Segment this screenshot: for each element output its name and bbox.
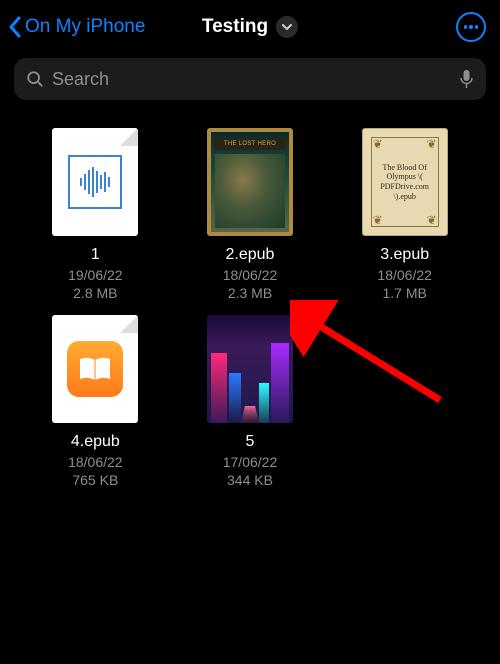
file-thumbnail-image <box>207 315 293 423</box>
file-size: 1.7 MB <box>382 285 426 301</box>
file-item[interactable]: ❦❦ ❦❦ The Blood Of Olympus \( PDFDrive.c… <box>331 128 478 301</box>
ellipsis-dot-icon <box>464 25 468 29</box>
file-name: 1 <box>91 246 100 264</box>
folder-title-group[interactable]: Testing <box>202 16 298 38</box>
file-item[interactable]: THE LOST HERO 2.epub 18/06/22 2.3 MB <box>177 128 324 301</box>
file-date: 17/06/22 <box>223 454 278 470</box>
more-options-button[interactable] <box>456 12 486 42</box>
header-bar: On My iPhone Testing <box>0 0 500 50</box>
files-grid: 1 19/06/22 2.8 MB THE LOST HERO 2.epub 1… <box>0 100 500 488</box>
file-size: 2.3 MB <box>228 285 272 301</box>
folder-title: Testing <box>202 16 268 38</box>
file-date: 18/06/22 <box>223 267 278 283</box>
file-item[interactable]: 5 17/06/22 344 KB <box>177 315 324 488</box>
file-thumbnail-ibooks <box>52 315 138 423</box>
cover-title: THE LOST HERO <box>214 138 286 150</box>
file-size: 344 KB <box>227 472 273 488</box>
file-date: 19/06/22 <box>68 267 123 283</box>
file-name: 4.epub <box>71 433 120 451</box>
ellipsis-dot-icon <box>469 25 473 29</box>
file-item[interactable]: 1 19/06/22 2.8 MB <box>22 128 169 301</box>
file-thumbnail-bookcover: ❦❦ ❦❦ The Blood Of Olympus \( PDFDrive.c… <box>362 128 448 236</box>
search-icon <box>26 70 44 88</box>
audio-waveform-icon <box>68 155 122 209</box>
ibooks-icon <box>67 341 123 397</box>
file-name: 5 <box>246 433 255 451</box>
back-label: On My iPhone <box>25 16 145 38</box>
cover-title: The Blood Of Olympus \( PDFDrive.com \).… <box>374 163 436 201</box>
back-button[interactable]: On My iPhone <box>8 16 145 38</box>
title-dropdown[interactable] <box>276 16 298 38</box>
search-bar[interactable] <box>14 58 486 100</box>
file-item[interactable]: 4.epub 18/06/22 765 KB <box>22 315 169 488</box>
file-date: 18/06/22 <box>68 454 123 470</box>
file-name: 2.epub <box>226 246 275 264</box>
ellipsis-dot-icon <box>475 25 479 29</box>
chevron-left-icon <box>8 16 22 38</box>
file-size: 2.8 MB <box>73 285 117 301</box>
file-thumbnail-bookcover: THE LOST HERO <box>207 128 293 236</box>
file-name: 3.epub <box>380 246 429 264</box>
file-thumbnail-audio <box>52 128 138 236</box>
file-size: 765 KB <box>72 472 118 488</box>
file-date: 18/06/22 <box>377 267 432 283</box>
chevron-down-icon <box>282 24 292 30</box>
search-input[interactable] <box>52 69 451 90</box>
microphone-icon[interactable] <box>459 69 474 89</box>
